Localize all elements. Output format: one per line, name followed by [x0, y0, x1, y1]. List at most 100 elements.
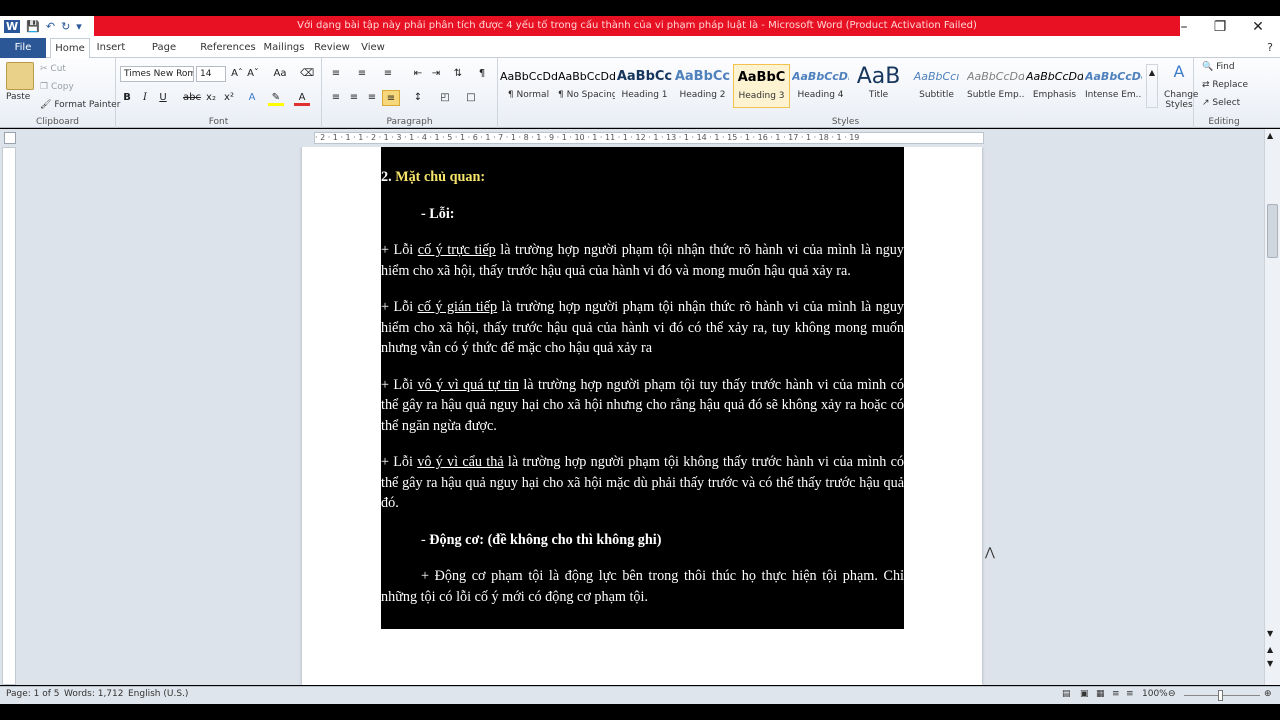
- highlight-icon[interactable]: ✎: [268, 90, 284, 106]
- section-heading: 2. Mặt chủ quan:: [381, 167, 904, 188]
- help-icon[interactable]: ?: [1262, 38, 1278, 58]
- increase-indent-icon[interactable]: ⇥: [428, 66, 444, 82]
- style-subtle-emphasis[interactable]: AaBbCcDd Subtle Emp...: [967, 64, 1024, 108]
- tab-page-layout[interactable]: Page Layout: [134, 38, 194, 73]
- customize-qat-icon[interactable]: ▾: [76, 20, 82, 33]
- document-page[interactable]: 2. Mặt chủ quan: - Lỗi: + Lỗi cố ý trực …: [302, 147, 995, 685]
- underline-button[interactable]: U: [156, 90, 170, 106]
- tab-mailings[interactable]: Mailings: [262, 38, 306, 58]
- style-intense-emphasis[interactable]: AaBbCcDc Intense Em...: [1085, 64, 1142, 108]
- paragraph-indirect-intent: + Lỗi cố ý gián tiếp là trường hợp người…: [381, 297, 904, 359]
- editing-label: Editing: [1208, 117, 1240, 127]
- tab-review[interactable]: Review: [312, 38, 352, 58]
- font-name-field[interactable]: Times New Rom: [120, 66, 194, 82]
- minimize-button[interactable]: –: [1166, 16, 1202, 38]
- style-heading-1[interactable]: AaBbCc Heading 1: [616, 64, 673, 108]
- style-sample: AaBbCc: [616, 69, 673, 84]
- clear-format-icon[interactable]: ⌫: [300, 66, 314, 82]
- vertical-scrollbar[interactable]: ▲ ▼ ▲ ▼: [1264, 129, 1280, 685]
- styles-scroll-icon[interactable]: ▲: [1146, 64, 1158, 108]
- zoom-out-icon[interactable]: ⊖: [1168, 689, 1176, 699]
- word-count[interactable]: Words: 1,712: [64, 689, 123, 699]
- font-color-icon[interactable]: A: [294, 90, 310, 106]
- change-styles-button[interactable]: Change Styles: [1164, 90, 1198, 110]
- decrease-indent-icon[interactable]: ⇤: [410, 66, 426, 82]
- sort-icon[interactable]: ⇅: [450, 66, 466, 82]
- subscript-button[interactable]: x₂: [204, 90, 218, 106]
- find-button[interactable]: 🔍 Find: [1202, 62, 1235, 72]
- previous-page-icon[interactable]: ▲: [1267, 645, 1273, 654]
- replace-button[interactable]: ⇄ Replace: [1202, 80, 1248, 90]
- redo-icon[interactable]: ↻: [61, 20, 70, 33]
- align-center-icon[interactable]: ≡: [346, 90, 362, 106]
- scroll-up-icon[interactable]: ▲: [1267, 131, 1273, 140]
- font-size-field[interactable]: 14: [196, 66, 226, 82]
- paragraph-motive: + Động cơ phạm tội là động lực bên trong…: [381, 568, 904, 605]
- tab-insert[interactable]: Insert: [94, 38, 128, 58]
- outline-view-icon[interactable]: ≡: [1112, 689, 1120, 699]
- style-sample: AaBbCc: [674, 69, 731, 84]
- justify-icon[interactable]: ≡: [382, 90, 400, 106]
- restore-button[interactable]: ❐: [1202, 16, 1238, 38]
- align-left-icon[interactable]: ≡: [328, 90, 344, 106]
- shading-icon[interactable]: ◰: [436, 90, 454, 106]
- undo-icon[interactable]: ↶: [46, 20, 55, 33]
- scroll-down-icon[interactable]: ▼: [1267, 629, 1273, 638]
- language[interactable]: English (U.S.): [128, 689, 188, 699]
- zoom-in-icon[interactable]: ⊕: [1264, 689, 1272, 699]
- tab-selector-icon[interactable]: [4, 132, 16, 144]
- italic-button[interactable]: I: [138, 90, 152, 106]
- style-heading-4[interactable]: AaBbCcDı Heading 4: [792, 64, 849, 108]
- grow-font-button[interactable]: Aˆ: [230, 66, 244, 82]
- cut-button[interactable]: ✂ Cut: [40, 64, 66, 74]
- paste-icon[interactable]: [6, 62, 34, 90]
- format-painter-button[interactable]: 🖌 Format Painter: [40, 100, 120, 110]
- shrink-font-button[interactable]: Aˇ: [246, 66, 260, 82]
- quick-access-toolbar: W 💾 ↶ ↻ ▾: [0, 16, 82, 36]
- tab-file[interactable]: File: [0, 38, 46, 58]
- borders-icon[interactable]: □: [462, 90, 480, 106]
- web-layout-icon[interactable]: ▦: [1096, 689, 1105, 699]
- pilcrow-icon[interactable]: ¶: [474, 66, 490, 82]
- document-workspace: 2. Mặt chủ quan: - Lỗi: + Lỗi cố ý trực …: [0, 147, 1264, 685]
- select-button[interactable]: ↗ Select: [1202, 98, 1240, 108]
- style-sample: AaBbCcı: [913, 70, 960, 83]
- ruler-marks[interactable]: · 2 · 1 · 1 · 1 · 2 · 1 · 3 · 1 · 4 · 1 …: [314, 132, 984, 144]
- style-heading-2[interactable]: AaBbCc Heading 2: [674, 64, 731, 108]
- para-prefix: + Lỗi: [381, 454, 418, 470]
- strikethrough-button[interactable]: abc: [182, 90, 202, 106]
- multilevel-list-icon[interactable]: ≡: [380, 66, 396, 82]
- numbering-icon[interactable]: ≡: [354, 66, 370, 82]
- full-screen-reading-icon[interactable]: ▣: [1080, 689, 1089, 699]
- zoom-slider-handle[interactable]: [1218, 690, 1223, 701]
- style-title[interactable]: AaB Title: [850, 64, 907, 108]
- save-icon[interactable]: 💾: [26, 20, 40, 33]
- bold-button[interactable]: B: [120, 90, 134, 106]
- bullets-icon[interactable]: ≡: [328, 66, 344, 82]
- close-button[interactable]: ✕: [1240, 16, 1276, 38]
- style-emphasis[interactable]: AaBbCcDd Emphasis: [1026, 64, 1083, 108]
- superscript-button[interactable]: x²: [222, 90, 236, 106]
- style-normal[interactable]: AaBbCcDd ¶ Normal: [500, 64, 557, 108]
- text-effects-icon[interactable]: A: [244, 90, 260, 106]
- change-case-button[interactable]: Aa: [270, 66, 290, 82]
- window-title: Với dạng bài tập này phải phân tích được…: [94, 16, 1180, 36]
- zoom-level[interactable]: 100%: [1142, 689, 1168, 699]
- style-subtitle[interactable]: AaBbCcı Subtitle: [908, 64, 965, 108]
- document-body[interactable]: 2. Mặt chủ quan: - Lỗi: + Lỗi cố ý trực …: [381, 147, 904, 629]
- print-layout-icon[interactable]: ▤: [1062, 689, 1071, 699]
- tab-view[interactable]: View: [358, 38, 388, 58]
- style-no-spacing[interactable]: AaBbCcDd ¶ No Spacing: [558, 64, 615, 108]
- next-page-icon[interactable]: ▼: [1267, 659, 1273, 668]
- scrollbar-thumb[interactable]: [1267, 204, 1278, 258]
- tab-references[interactable]: References: [200, 38, 256, 58]
- align-right-icon[interactable]: ≡: [364, 90, 380, 106]
- page-count[interactable]: Page: 1 of 5: [6, 689, 60, 699]
- style-heading-3[interactable]: AaBbC Heading 3: [733, 64, 790, 108]
- line-spacing-icon[interactable]: ↕: [408, 90, 428, 106]
- tab-home[interactable]: Home: [50, 38, 90, 59]
- paste-button[interactable]: Paste: [6, 92, 30, 102]
- copy-button[interactable]: ❐ Copy: [40, 82, 74, 92]
- change-styles-icon[interactable]: A: [1164, 64, 1194, 80]
- draft-view-icon[interactable]: ≡: [1126, 689, 1134, 699]
